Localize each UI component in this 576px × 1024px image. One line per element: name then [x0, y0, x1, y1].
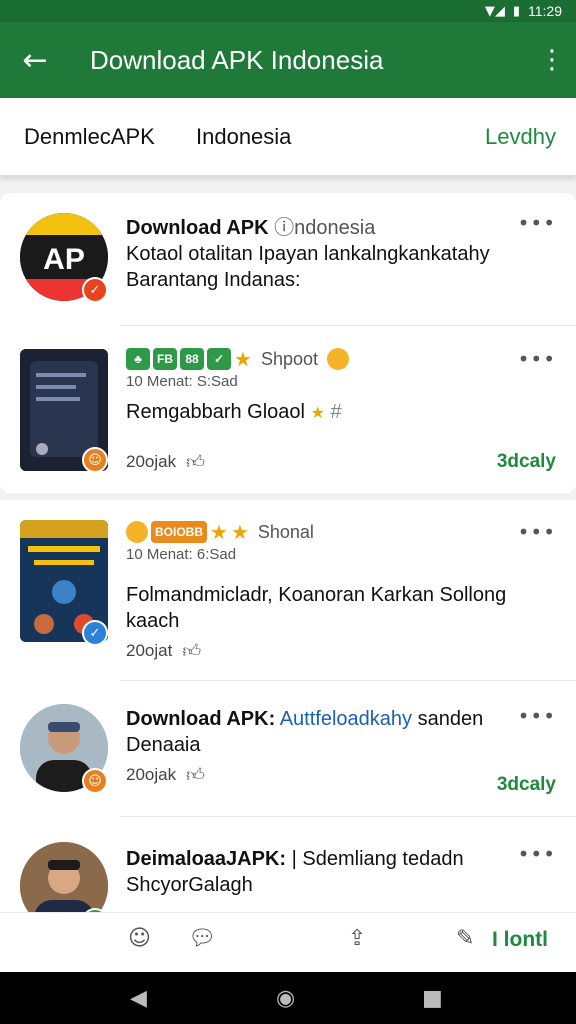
nav-recents-icon[interactable]: ■	[422, 986, 443, 1011]
battery-icon: ▮	[512, 3, 520, 19]
comment-icon[interactable]: 💬︎	[188, 926, 216, 951]
post-action-link[interactable]: 3dcaly	[497, 774, 556, 796]
post-meta: 10 Menat: S:Sad	[126, 373, 238, 390]
page-title: Download APK Indonesia	[90, 44, 384, 75]
system-nav-bar: ◀ ◉ ■	[0, 972, 576, 1024]
thumbs-up-icon[interactable]: 👍︎	[186, 451, 205, 473]
star-icon: ★	[210, 520, 228, 544]
rating-chips: ♣ FB 88 ✓ ★ Shpoot	[126, 347, 349, 371]
post-menu-icon[interactable]: •••	[518, 842, 556, 866]
post-title[interactable]: Download APK ⓘndonesia	[126, 215, 375, 241]
chip-label: Shonal	[257, 521, 314, 542]
divider	[120, 816, 576, 817]
post-menu-icon[interactable]: •••	[518, 704, 556, 728]
emoji-icon	[126, 521, 148, 543]
back-arrow-icon[interactable]: ←	[0, 43, 70, 78]
status-bar: ▼◢ ▮ 11:29	[0, 0, 576, 22]
status-time: 11:29	[528, 3, 562, 19]
tree-icon: ♣	[126, 348, 150, 370]
check-icon: ✓	[207, 348, 231, 370]
post-title[interactable]: Remgabbarh Gloaol ★ #	[126, 399, 342, 426]
thumbs-up-badge-icon: ✓	[82, 620, 108, 646]
more-vert-icon[interactable]: ⋮	[528, 47, 576, 73]
post-description: Kotaol otalitan Ipayan lankalngkankatahy	[126, 243, 490, 265]
post-time: 20ojat 👍︎	[126, 640, 202, 662]
post-description: Folmandmicladr, Koanoran Karkan Sollong	[126, 584, 507, 606]
post-title[interactable]: DeimaloaaJAPK: | Sdemliang tedadn	[126, 846, 464, 872]
emoji-badge-icon: ☺	[82, 768, 108, 794]
share-icon[interactable]: ⇪	[348, 926, 366, 951]
nav-back-icon[interactable]: ◀	[130, 986, 147, 1011]
post-menu-icon[interactable]: •••	[518, 347, 556, 371]
star-icon: ★	[230, 520, 249, 544]
chip-fb: FB	[153, 348, 177, 370]
feed-card-2: ✓ BOIOBB ★ ★ Shonal ••• 10 Menat: 6:Sad …	[0, 500, 576, 972]
chip-label-orange: BOIOBB	[151, 521, 207, 543]
chip-88: 88	[180, 348, 204, 370]
nav-home-icon[interactable]: ◉	[276, 986, 295, 1011]
rating-chips: BOIOBB ★ ★ Shonal	[126, 520, 314, 544]
post-time: 20ojak 👍︎	[126, 764, 205, 786]
app-bar: ← Download APK Indonesia ⋮	[0, 22, 576, 98]
action-bar	[0, 912, 576, 968]
feed-card-1: AP ✓ Download APK ⓘndonesia ••• Kotaol o…	[0, 193, 576, 493]
tab-denmlecapk[interactable]: DenmlecAPK	[24, 124, 155, 150]
emoji-icon	[327, 348, 349, 370]
thumbs-up-icon[interactable]: 👍︎	[186, 764, 205, 786]
action-label[interactable]: I lontl	[492, 928, 548, 952]
star-icon: ★	[234, 347, 252, 371]
reaction-icon[interactable]: ☺	[128, 926, 151, 951]
post-action-link[interactable]: 3dcaly	[497, 451, 556, 473]
svg-text:AP: AP	[43, 243, 85, 276]
edit-icon[interactable]: ✎	[456, 926, 474, 951]
tab-levdhy[interactable]: Levdhy	[485, 124, 556, 150]
post-description: ShcyorGalagh	[126, 874, 253, 896]
tab-bar: DenmlecAPK Indonesia Levdhy	[0, 98, 576, 176]
post-title[interactable]: Download APK: Auttfeloadkahy sanden	[126, 706, 483, 732]
post-menu-icon[interactable]: •••	[518, 520, 556, 544]
thumbs-up-icon[interactable]: 👍︎	[182, 640, 201, 662]
chip-label: Shpoot	[260, 348, 318, 369]
tab-indonesia[interactable]: Indonesia	[196, 124, 291, 150]
post-description: Denaaia	[126, 734, 201, 756]
post-meta: 10 Menat: 6:Sad	[126, 546, 237, 563]
divider	[120, 325, 576, 326]
post-menu-icon[interactable]: •••	[518, 211, 556, 235]
post-time: 20ojak 👍︎	[126, 451, 205, 473]
divider	[120, 680, 576, 681]
signal-icon: ▼◢	[484, 3, 505, 19]
post-description-2: kaach	[126, 610, 180, 632]
check-badge-icon: ✓	[82, 277, 108, 303]
emoji-badge-icon: ☺	[82, 447, 108, 473]
post-description-2: Barantang Indanas:	[126, 269, 301, 291]
